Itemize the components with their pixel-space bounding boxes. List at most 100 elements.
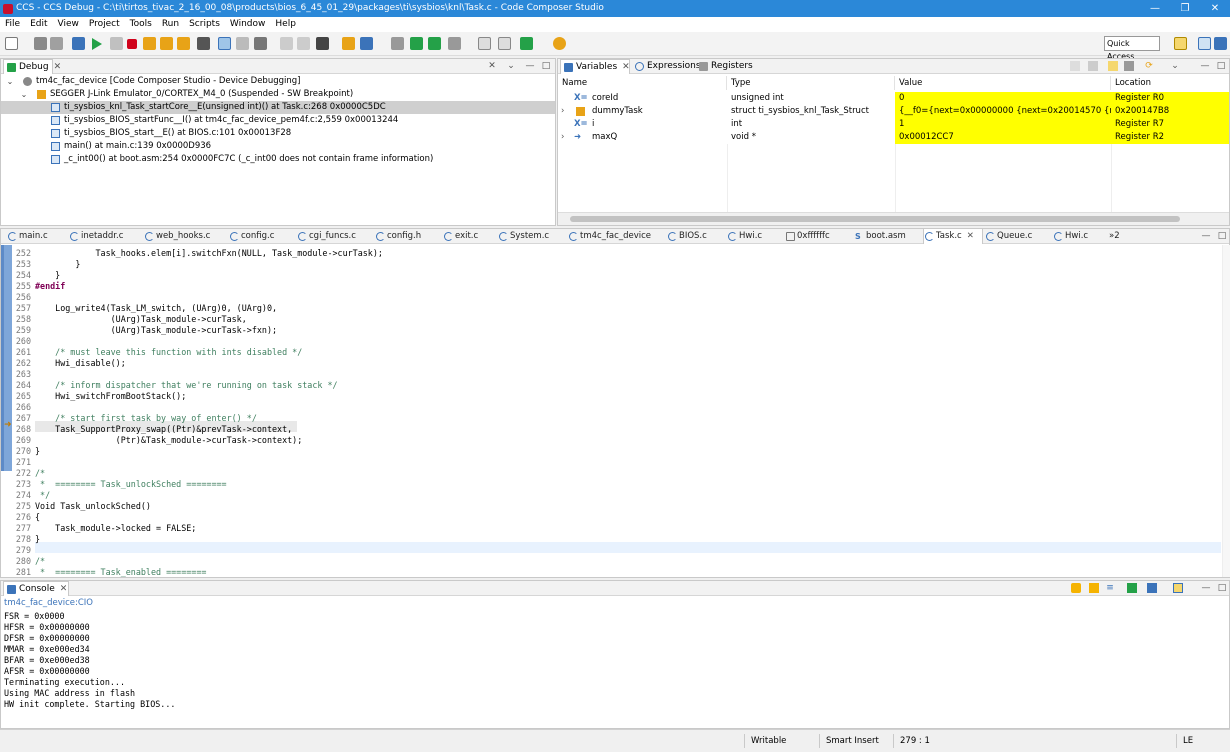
table-row[interactable]: X= i int 1 Register R7 — [558, 118, 1229, 131]
bug-icon[interactable] — [520, 37, 533, 50]
clear-console-icon[interactable] — [1071, 583, 1081, 593]
menu-window[interactable]: Window — [225, 17, 271, 32]
code-line[interactable]: 276 { — [1, 512, 1219, 523]
code-line[interactable]: 269 (Ptr)&Task_module->curTask->context)… — [1, 435, 1219, 446]
terminate-icon[interactable] — [127, 39, 137, 49]
code-line[interactable]: 275 Void Task_unlockSched() — [1, 501, 1219, 512]
tab-exit-c[interactable]: exit.c — [443, 229, 478, 244]
tab-registers[interactable]: Registers — [696, 59, 757, 74]
remove-all-terminated-icon[interactable]: ✕ — [487, 61, 497, 71]
code-line[interactable]: 254 } — [1, 270, 1219, 281]
word-wrap-icon[interactable]: ≡ — [1105, 583, 1115, 593]
ccs-edit-perspective-icon[interactable] — [1198, 37, 1211, 50]
code-line[interactable]: 277 Task_module->locked = FALSE; — [1, 523, 1219, 534]
collapse-icon[interactable]: ⌄ — [19, 88, 29, 101]
tab-cgi-funcs-c[interactable]: cgi_funcs.c — [297, 229, 356, 244]
horizontal-scrollbar[interactable] — [558, 212, 1229, 225]
menu-edit[interactable]: Edit — [25, 17, 52, 32]
new-expression-icon[interactable] — [1108, 61, 1118, 71]
window-icon[interactable] — [478, 37, 491, 50]
tab-main-c[interactable]: main.c — [7, 229, 48, 244]
table-row[interactable]: X= coreId unsigned int 0 Register R0 — [558, 92, 1229, 105]
breakpoint-icon[interactable] — [316, 37, 329, 50]
tab-hwi-c[interactable]: Hwi.c — [727, 229, 762, 244]
code-line[interactable]: 253 } — [1, 259, 1219, 270]
continuous-refresh-icon[interactable] — [428, 37, 441, 50]
view-menu-icon[interactable]: ⌄ — [506, 61, 516, 71]
tab-task-c[interactable]: Task.c ✕ — [923, 229, 983, 244]
collapse-icon[interactable]: ⌄ — [5, 75, 15, 88]
open-console-icon[interactable] — [1173, 583, 1183, 593]
code-line[interactable]: 271 — [1, 457, 1219, 468]
suspend-icon[interactable] — [110, 37, 123, 50]
tab-tm4c-fac-device[interactable]: tm4c_fac_device — [568, 229, 651, 244]
instruction-stepping-icon[interactable] — [218, 37, 231, 50]
column-header-type[interactable]: Type — [727, 76, 895, 90]
tab-bios-c[interactable]: BIOS.c — [667, 229, 707, 244]
overview-ruler[interactable] — [1222, 245, 1230, 577]
collapse-all-icon[interactable] — [1070, 61, 1080, 71]
refresh-icon[interactable] — [410, 37, 423, 50]
run-config-icon[interactable] — [360, 37, 373, 50]
menu-file[interactable]: File — [0, 17, 25, 32]
maximize-view-icon[interactable]: □ — [541, 61, 551, 71]
table-row[interactable]: › dummyTask struct ti_sysbios_knl_Task_S… — [558, 105, 1229, 118]
code-line[interactable]: 281 * ======== Task_enabled ======== — [1, 567, 1219, 578]
code-line[interactable]: 255 #endif — [1, 281, 1219, 292]
pin-console-icon[interactable] — [1127, 583, 1137, 593]
scrollbar-thumb[interactable] — [570, 216, 1180, 222]
step-into-icon[interactable] — [143, 37, 156, 50]
tools-icon[interactable] — [448, 37, 461, 50]
expand-icon[interactable]: › — [561, 131, 571, 144]
memory-icon[interactable] — [197, 37, 210, 50]
menu-scripts[interactable]: Scripts — [184, 17, 225, 32]
more-tabs-button[interactable]: »2 — [1107, 229, 1120, 244]
close-button[interactable]: ✕ — [1200, 0, 1230, 17]
variable-value[interactable]: 0x00012CC7 — [895, 131, 1111, 144]
code-line[interactable]: 252 Task_hooks.elem[i].switchFxn(NULL, T… — [1, 248, 1219, 259]
expand-icon[interactable]: › — [561, 105, 571, 118]
minimize-view-icon[interactable]: — — [1201, 231, 1211, 241]
code-line[interactable]: 263 — [1, 369, 1219, 380]
column-header-name[interactable]: Name — [558, 76, 727, 90]
restart-icon[interactable] — [297, 37, 310, 50]
resume-icon[interactable] — [92, 38, 102, 50]
tab-address[interactable]: 0xffffffc — [785, 229, 830, 244]
variable-value[interactable]: 1 — [895, 118, 1111, 131]
code-line[interactable]: 258 (UArg)Task_module->curTask, — [1, 314, 1219, 325]
column-header-location[interactable]: Location — [1111, 76, 1229, 90]
code-line[interactable]: 270} — [1, 446, 1219, 457]
menu-help[interactable]: Help — [270, 17, 301, 32]
tab-web-hooks-c[interactable]: web_hooks.c — [144, 229, 210, 244]
code-line[interactable]: 262 Hwi_disable(); — [1, 358, 1219, 369]
code-line[interactable]: 259 (UArg)Task_module->curTask->fxn); — [1, 325, 1219, 336]
show-types-icon[interactable] — [1088, 61, 1098, 71]
connect-icon[interactable] — [236, 37, 249, 50]
menu-run[interactable]: Run — [157, 17, 184, 32]
variable-value[interactable]: {__f0={next=0x00000000 {next=0x20014570 … — [895, 105, 1111, 118]
minimize-view-icon[interactable]: — — [1201, 583, 1211, 593]
menu-tools[interactable]: Tools — [125, 17, 157, 32]
pin-icon[interactable] — [498, 37, 511, 50]
view-menu-icon[interactable]: ⌄ — [1170, 61, 1180, 71]
display-console-icon[interactable] — [1147, 583, 1157, 593]
code-line[interactable]: 279 — [1, 545, 1219, 556]
code-line[interactable]: 280 /* — [1, 556, 1219, 567]
code-line[interactable]: 278} — [1, 534, 1219, 545]
code-line[interactable]: 273 * ======== Task_unlockSched ======== — [1, 479, 1219, 490]
code-line[interactable]: 266 — [1, 402, 1219, 413]
code-line[interactable]: 265 Hwi_switchFromBootStack(); — [1, 391, 1219, 402]
minimize-button[interactable]: — — [1140, 0, 1170, 17]
new-icon[interactable] — [5, 37, 18, 50]
refresh-icon[interactable]: ⟳ — [1144, 61, 1154, 71]
close-tab-icon[interactable]: ✕ — [967, 231, 974, 241]
code-line[interactable]: 260 — [1, 336, 1219, 347]
code-line[interactable]: 274 */ — [1, 490, 1219, 501]
tab-debug[interactable]: Debug ✕ — [3, 59, 61, 74]
menu-project[interactable]: Project — [84, 17, 125, 32]
code-line[interactable]: 272 /* — [1, 468, 1219, 479]
maximize-view-icon[interactable]: □ — [1217, 231, 1227, 241]
search-icon[interactable] — [553, 37, 566, 50]
step-return-icon[interactable] — [177, 37, 190, 50]
save-all-icon[interactable] — [50, 37, 63, 50]
